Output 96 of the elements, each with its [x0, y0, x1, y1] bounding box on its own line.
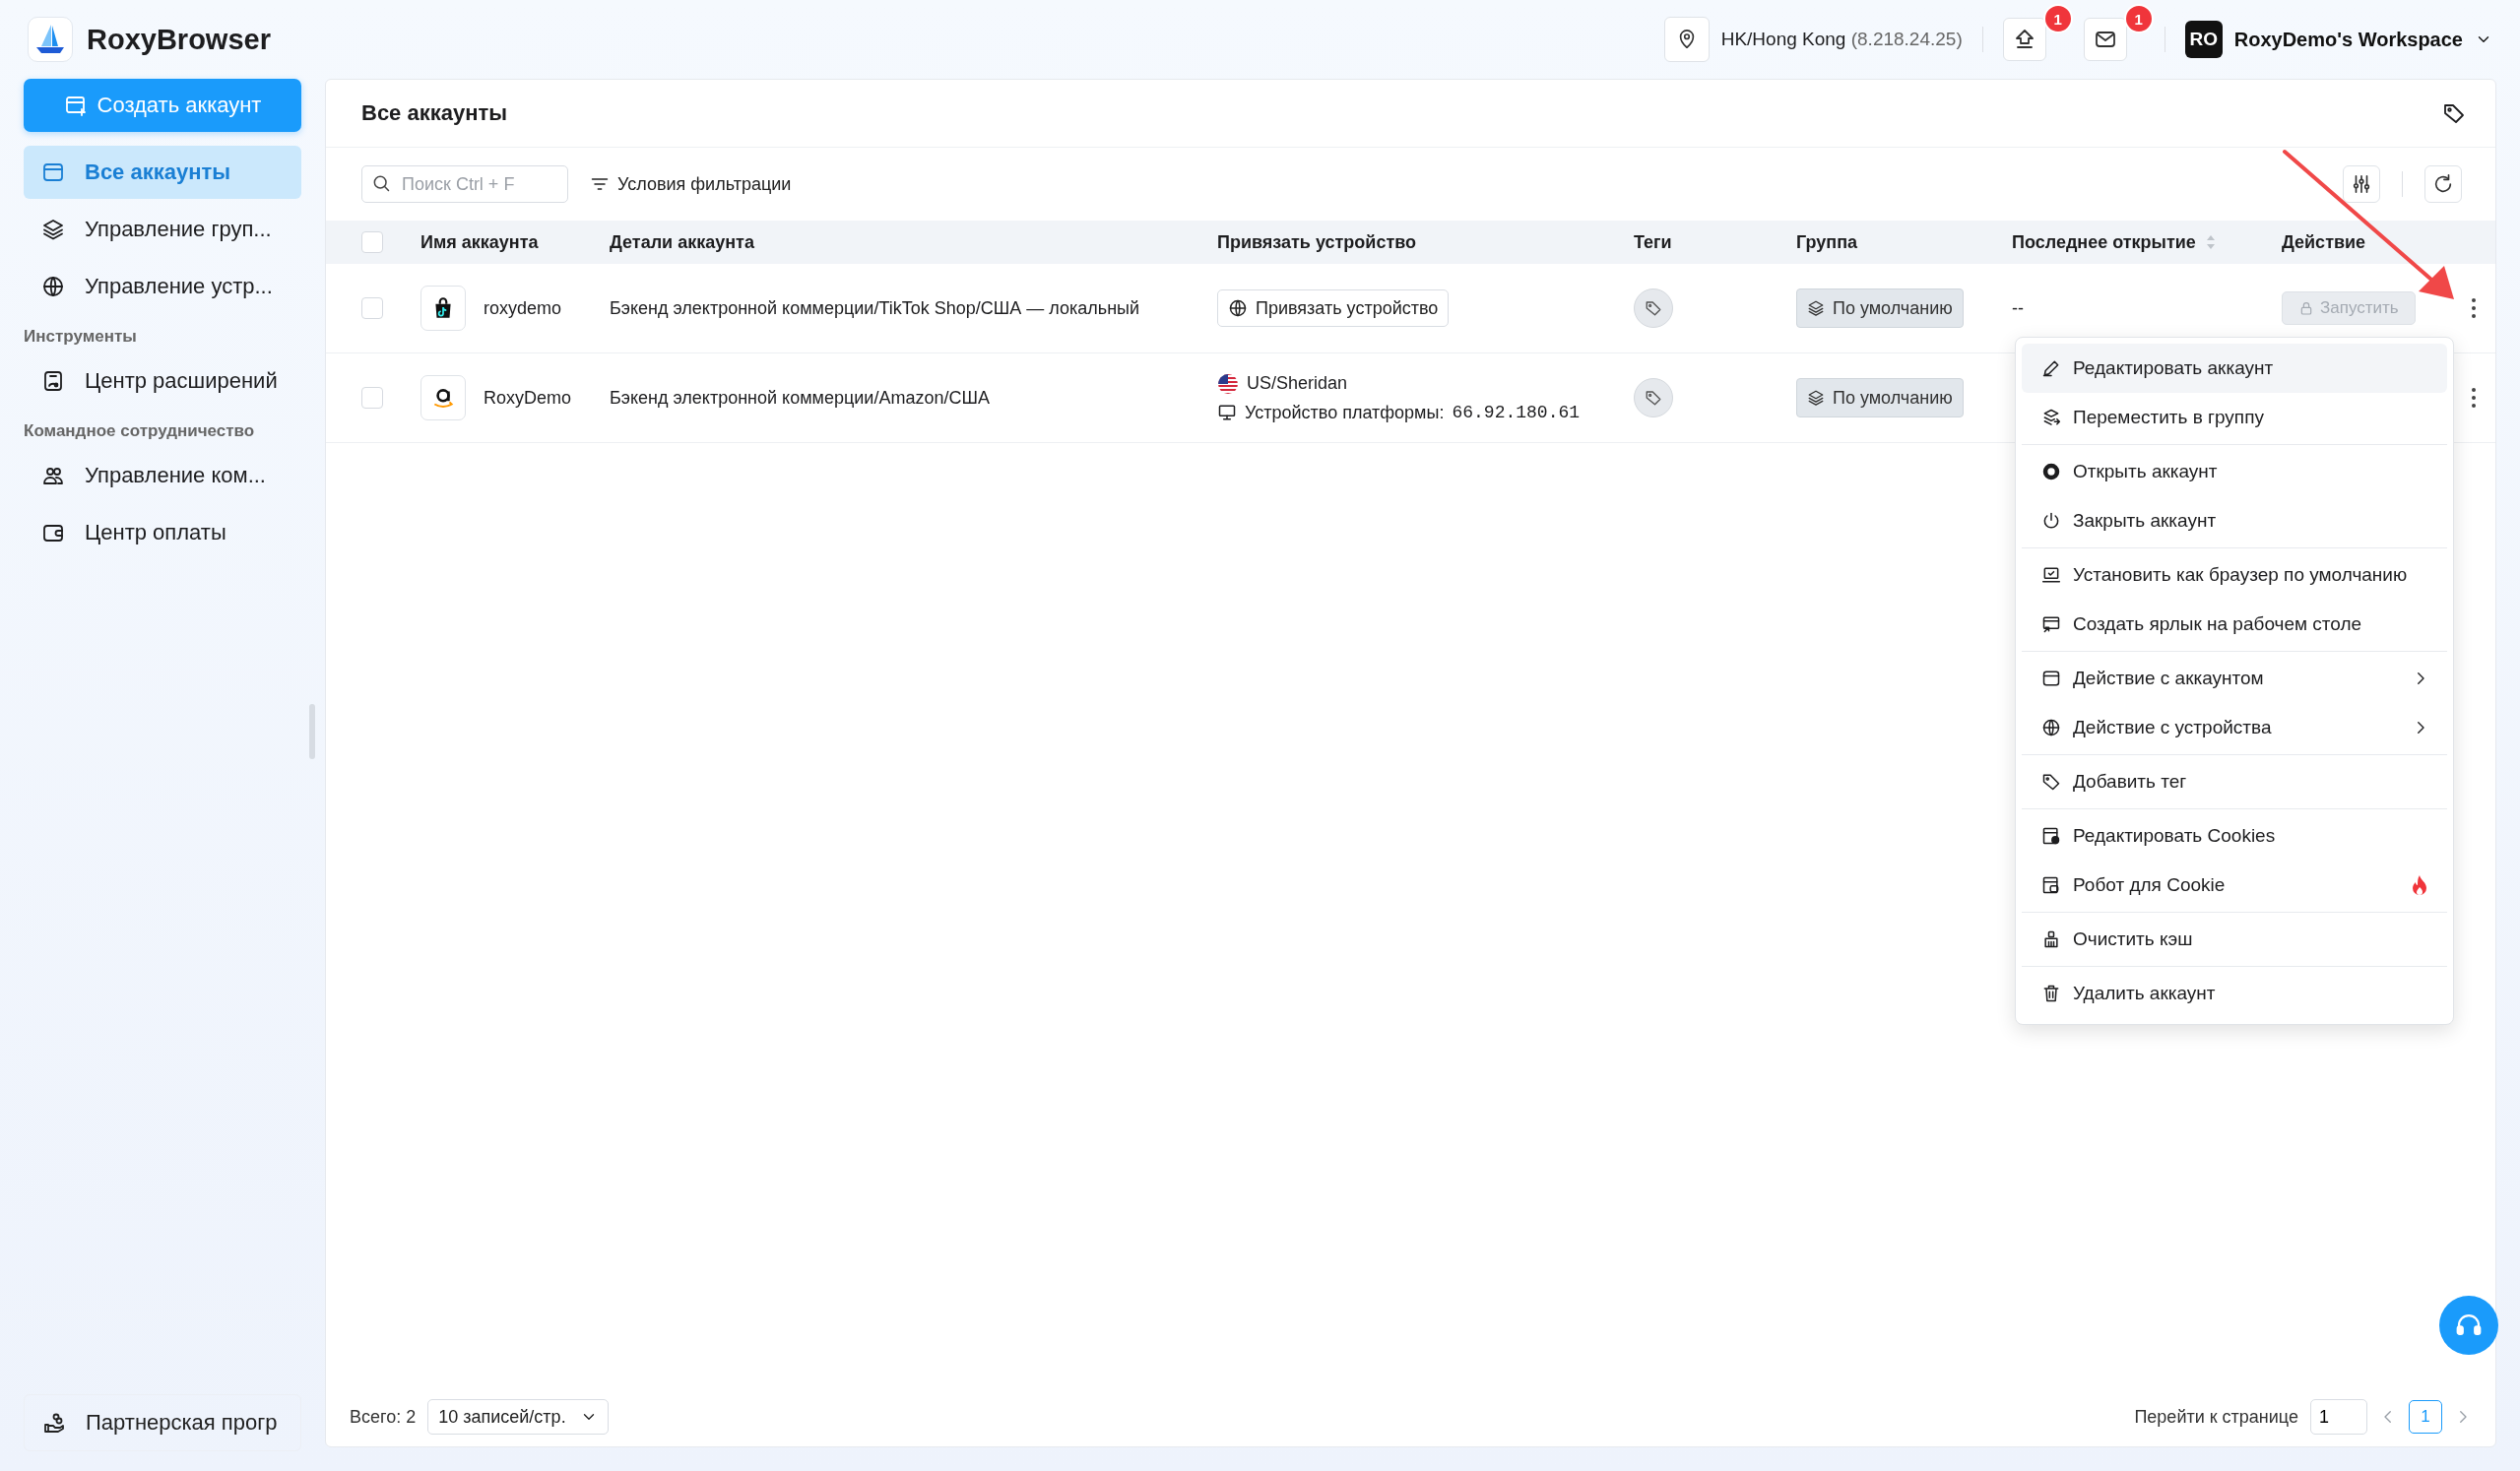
layers-arrow-icon: [2041, 408, 2061, 427]
refresh-button[interactable]: [2424, 165, 2462, 203]
pen-icon: [2041, 358, 2061, 378]
shop-logo-icon: [420, 375, 466, 420]
window-icon: [41, 160, 65, 184]
workspace-switcher[interactable]: RO RoxyDemo's Workspace: [2184, 21, 2492, 58]
partner-program-item[interactable]: Партнерская прогр: [24, 1394, 301, 1451]
tag-icon: [2442, 101, 2466, 125]
filter-button[interactable]: Условия фильтрации: [590, 173, 792, 195]
sidebar-item[interactable]: Центр оплаты: [24, 506, 301, 559]
sidebar-item[interactable]: Управление устр...: [24, 260, 301, 313]
menu-item[interactable]: Создать ярлык на рабочем столе: [2022, 600, 2447, 649]
layers-icon: [1807, 389, 1825, 407]
select-all-checkbox[interactable]: [361, 231, 383, 253]
menu-item[interactable]: Закрыть аккаунт: [2022, 496, 2447, 545]
panel-title: Все аккаунты: [361, 100, 508, 126]
menu-item[interactable]: Действие с аккаунтом: [2022, 654, 2447, 703]
broom-icon: [2041, 929, 2061, 949]
last-opened-text: --: [2012, 297, 2024, 318]
column-header: Детали аккаунта: [610, 231, 754, 253]
section-title: Командное сотрудничество: [24, 421, 256, 441]
column-header: Последнее открытие: [2012, 231, 2196, 253]
menu-item[interactable]: Открыть аккаунт: [2022, 447, 2447, 496]
notification-badge: 1: [2042, 4, 2073, 33]
upload-button[interactable]: [2002, 18, 2046, 61]
globe-icon: [41, 275, 65, 298]
lock-icon: [2298, 300, 2314, 316]
shop-logo-icon: [420, 286, 466, 331]
laptop-check-icon: [2041, 565, 2061, 585]
app-name: RoxyBrowser: [87, 23, 271, 56]
scrollbar[interactable]: [309, 704, 315, 759]
column-header: Имя аккаунта: [420, 231, 539, 253]
sidebar-item[interactable]: Управление груп...: [24, 203, 301, 256]
menu-item[interactable]: Удалить аккаунт: [2022, 969, 2447, 1018]
column-settings-button[interactable]: [2343, 165, 2380, 203]
extension-icon: [41, 369, 65, 393]
sidebar-item[interactable]: Управление ком...: [24, 449, 301, 502]
mail-button[interactable]: [2083, 18, 2127, 61]
group-badge: По умолчанию: [1796, 288, 1964, 328]
tag-icon: [1645, 299, 1662, 317]
monitor-icon: [1217, 403, 1237, 422]
account-name: roxydemo: [484, 297, 562, 319]
power-icon: [2041, 511, 2061, 531]
menu-item[interactable]: Редактировать Cookies: [2022, 811, 2447, 861]
column-header: Группа: [1796, 231, 1858, 253]
goto-page-label: Перейти к странице: [2134, 1406, 2298, 1428]
cookie-file-icon: [2041, 826, 2061, 846]
row-checkbox[interactable]: [361, 297, 383, 319]
row-checkbox[interactable]: [361, 387, 383, 409]
account-details: Бэкенд электронной коммерции/Amazon/США: [610, 387, 991, 409]
layers-icon: [41, 218, 65, 241]
page-size-select[interactable]: 10 записей/стр.: [427, 1399, 609, 1435]
group-badge: По умолчанию: [1796, 378, 1964, 417]
menu-item[interactable]: Переместить в группу: [2022, 393, 2447, 442]
device-location: US/Sheridan: [1247, 373, 1348, 394]
account-details: Бэкенд электронной коммерции/TikTok Shop/США — локальный: [610, 297, 1141, 319]
workspace-avatar: RO: [2184, 21, 2223, 58]
tag-button[interactable]: [1634, 378, 1673, 417]
search-field[interactable]: Поиск Ctrl + F: [361, 165, 568, 203]
sliders-icon: [2351, 173, 2372, 195]
bind-device-button[interactable]: Привязать устройство: [1217, 289, 1450, 327]
flame-icon: [2410, 874, 2429, 896]
globe-icon: [2041, 718, 2061, 737]
sidebar-item[interactable]: Центр расширений: [24, 354, 301, 408]
menu-item[interactable]: Очистить кэш: [2022, 915, 2447, 964]
browser-logo-icon: [2041, 462, 2061, 481]
account-name: RoxyDemo: [484, 387, 572, 409]
menu-item[interactable]: Робот для Cookie: [2022, 861, 2447, 910]
window-icon: [2041, 669, 2061, 688]
section-title: Инструменты: [24, 327, 138, 347]
platform-label: Устройство платформы:: [1245, 402, 1445, 423]
location-text: HK/Hong Kong (8.218.24.25): [1720, 29, 1963, 50]
tag-icon: [1645, 389, 1662, 407]
menu-item[interactable]: Редактировать аккаунт: [2022, 344, 2447, 393]
globe-icon: [1228, 298, 1248, 318]
goto-page-field[interactable]: 1: [2310, 1399, 2367, 1435]
refresh-icon: [2432, 173, 2454, 195]
menu-item[interactable]: Добавить тег: [2022, 757, 2447, 806]
cookie-robot-icon: [2041, 875, 2061, 895]
window-plus-icon: [63, 94, 88, 117]
device-ip: 66.92.180.61: [1452, 403, 1581, 422]
tag-button[interactable]: [1634, 288, 1673, 328]
hand-coins-icon: [42, 1411, 66, 1435]
shortcut-icon: [2041, 614, 2061, 634]
trash-icon: [2041, 984, 2061, 1003]
layers-icon: [1807, 299, 1825, 317]
menu-item[interactable]: Действие с устройства: [2022, 703, 2447, 752]
menu-item[interactable]: Установить как браузер по умолчанию: [2022, 550, 2447, 600]
tag-icon: [2041, 772, 2061, 792]
sailboat-logo-icon: [33, 23, 67, 56]
column-header: Теги: [1634, 231, 1672, 253]
location-button[interactable]: [1663, 17, 1710, 62]
notification-badge: 1: [2123, 4, 2154, 33]
column-header: Привязать устройство: [1217, 231, 1417, 253]
column-header: Действие: [2282, 231, 2366, 253]
total-count: Всего: 2: [350, 1406, 417, 1428]
